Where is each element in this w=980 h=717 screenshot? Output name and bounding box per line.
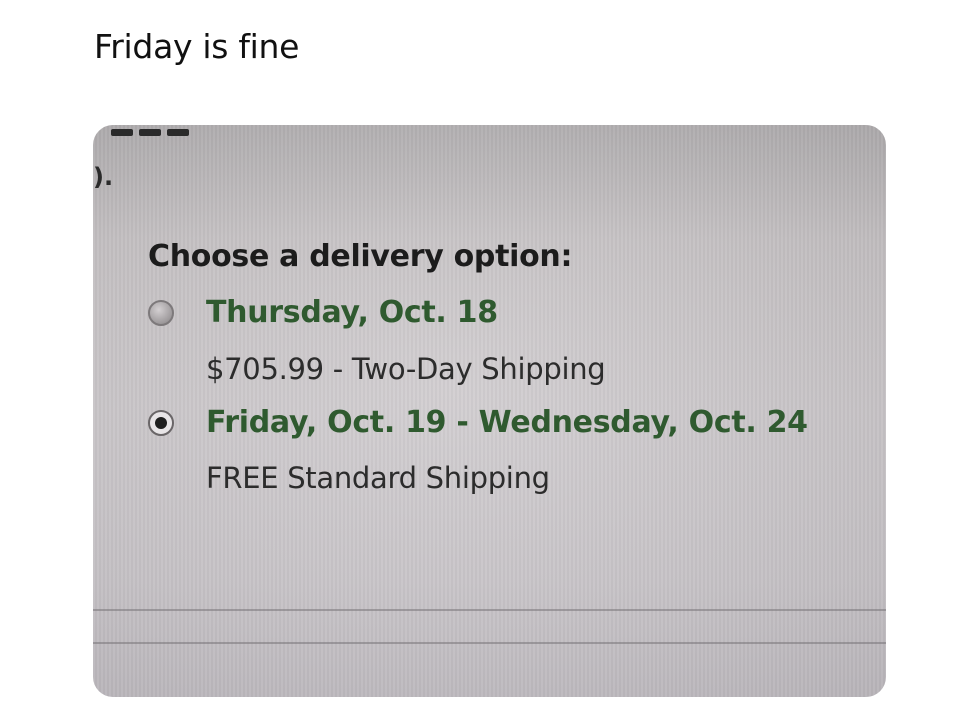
radio-friday-option[interactable] — [148, 410, 174, 436]
divider-line — [93, 609, 886, 611]
option-friday-price: FREE Standard Shipping — [206, 461, 550, 495]
option-thursday-title[interactable]: Thursday, Oct. 18 — [206, 295, 498, 330]
cropped-text-fragment — [111, 125, 211, 136]
delivery-options-photo: ). Choose a delivery option: Thursday, O… — [93, 125, 886, 697]
divider-line — [93, 642, 886, 644]
radio-selected-dot-icon — [155, 417, 167, 429]
post-caption: Friday is fine — [94, 27, 300, 66]
delivery-option-heading: Choose a delivery option: — [148, 239, 573, 274]
radio-thursday-option[interactable] — [148, 300, 174, 326]
cropped-left-text: ). — [93, 163, 114, 191]
meme-post: Friday is fine ). Choose a delivery opti… — [0, 0, 980, 717]
option-thursday-price: $705.99 - Two-Day Shipping — [206, 352, 606, 386]
option-friday-title[interactable]: Friday, Oct. 19 - Wednesday, Oct. 24 — [206, 405, 808, 440]
